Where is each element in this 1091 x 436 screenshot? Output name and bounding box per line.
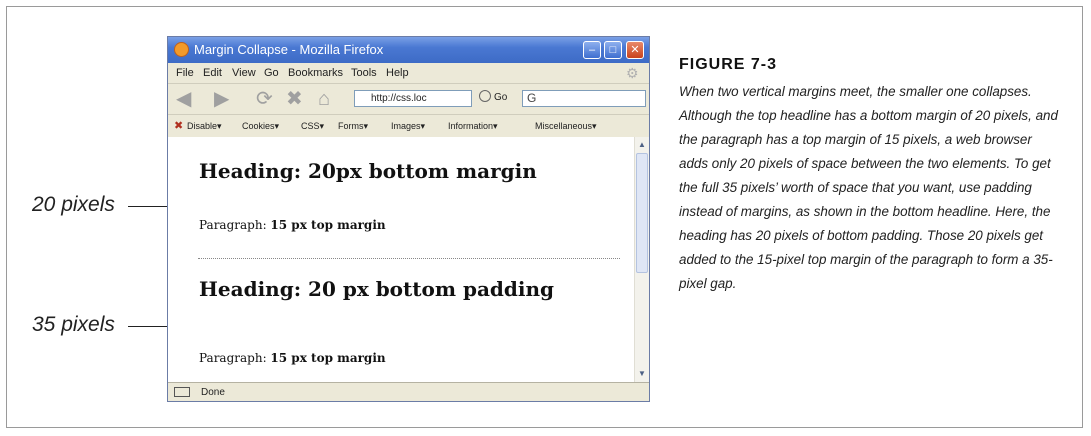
figure-caption: When two vertical margins meet, the smal… — [679, 84, 1058, 291]
title-bar: Margin Collapse - Mozilla Firefox – □ ✕ — [168, 37, 649, 63]
toolbar-css[interactable]: CSS▾ — [301, 121, 324, 132]
navigation-toolbar: ◀ ▶ ⟳ ✖ ⌂ http://css.loc Go G — [168, 84, 649, 115]
scroll-up-icon[interactable]: ▲ — [636, 138, 648, 151]
home-icon[interactable]: ⌂ — [318, 89, 330, 109]
figure-title: FIGURE 7-3 — [679, 56, 778, 73]
heading-margin: Heading: 20px bottom margin — [199, 159, 537, 183]
toolbar-information[interactable]: Information▾ — [448, 121, 498, 132]
callout-20-pixels: 20 pixels — [32, 193, 115, 216]
heading-padding: Heading: 20 px bottom padding — [199, 277, 554, 301]
menu-file[interactable]: File — [176, 67, 194, 79]
toolbar-forms[interactable]: Forms▾ — [338, 121, 368, 132]
menu-bookmarks[interactable]: Bookmarks — [288, 67, 343, 79]
divider — [198, 258, 620, 259]
scroll-down-icon[interactable]: ▼ — [636, 367, 648, 380]
menu-bar: File Edit View Go Bookmarks Tools Help ⚙ — [168, 63, 649, 84]
window-title: Margin Collapse - Mozilla Firefox — [194, 42, 384, 57]
paragraph-1: Paragraph: 15 px top margin — [199, 218, 386, 232]
menu-view[interactable]: View — [232, 67, 256, 79]
search-input[interactable]: G — [522, 90, 646, 107]
paragraph-1-label: Paragraph: — [199, 218, 271, 232]
url-input[interactable]: http://css.loc — [354, 90, 472, 107]
go-button[interactable]: Go — [494, 92, 507, 103]
menu-help[interactable]: Help — [386, 67, 409, 79]
maximize-button[interactable]: □ — [604, 41, 622, 59]
callout-35-pixels: 35 pixels — [32, 313, 115, 336]
back-icon[interactable]: ◀ — [176, 89, 191, 109]
status-text: Done — [201, 387, 225, 398]
throbber-icon: ⚙ — [626, 65, 639, 81]
paragraph-1-bold: 15 px top margin — [270, 218, 386, 232]
browser-window: Margin Collapse - Mozilla Firefox – □ ✕ … — [167, 36, 650, 402]
toolbar-images[interactable]: Images▾ — [391, 121, 425, 132]
vertical-scrollbar[interactable]: ▲ ▼ — [634, 137, 649, 382]
page-content: Heading: 20px bottom margin Paragraph: 1… — [168, 137, 634, 382]
web-developer-toolbar: ✖ Disable▾ Cookies▾ CSS▾ Forms▾ Images▾ … — [168, 115, 649, 138]
toolbar-disable[interactable]: Disable▾ — [187, 121, 222, 132]
menu-go[interactable]: Go — [264, 67, 279, 79]
paragraph-2-label: Paragraph: — [199, 351, 271, 365]
minimize-button[interactable]: – — [583, 41, 601, 59]
stop-icon[interactable]: ✖ — [286, 89, 303, 109]
close-button[interactable]: ✕ — [626, 41, 644, 59]
disable-icon: ✖ — [174, 120, 184, 132]
firefox-icon — [174, 42, 189, 57]
menu-tools[interactable]: Tools — [351, 67, 377, 79]
toolbar-cookies[interactable]: Cookies▾ — [242, 121, 279, 132]
forward-icon[interactable]: ▶ — [214, 89, 229, 109]
paragraph-2: Paragraph: 15 px top margin — [199, 351, 386, 365]
status-bar: Done — [168, 382, 649, 401]
scroll-thumb[interactable] — [636, 153, 648, 273]
reload-icon[interactable]: ⟳ — [256, 89, 273, 109]
toolbar-miscellaneous[interactable]: Miscellaneous▾ — [535, 121, 597, 132]
go-icon[interactable] — [479, 90, 491, 102]
status-icon — [174, 387, 190, 397]
menu-edit[interactable]: Edit — [203, 67, 222, 79]
paragraph-2-bold: 15 px top margin — [270, 351, 386, 365]
